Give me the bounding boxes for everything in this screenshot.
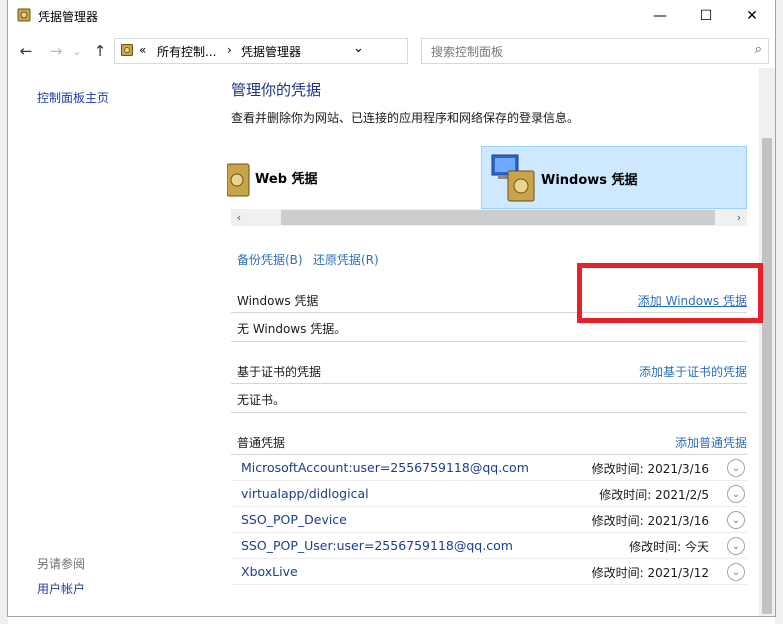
control-panel-icon — [121, 44, 133, 56]
expand-button[interactable]: ⌄ — [727, 511, 745, 529]
desktop-background-right — [775, 0, 783, 624]
search-icon[interactable]: ⌕ — [755, 42, 762, 57]
forward-button[interactable]: → — [46, 41, 66, 61]
chevron-down-icon: ⌄ — [72, 44, 82, 58]
title-bar: 凭据管理器 — ☐ ✕ — [8, 0, 775, 31]
search-input[interactable]: 搜索控制面板 — [431, 43, 503, 60]
credential-name[interactable]: virtualapp/didlogical — [241, 486, 369, 501]
tab-web-label: Web 凭据 — [255, 172, 318, 187]
table-row[interactable]: XboxLive 修改时间: 2021/3/12 ⌄ — [231, 559, 747, 585]
recent-locations-button[interactable]: ⌄ — [70, 41, 84, 61]
modified-label: 修改时间: — [591, 566, 644, 580]
windows-credentials-section-title: Windows 凭据 — [237, 294, 319, 308]
modified-date: 2021/3/12 — [647, 566, 709, 580]
address-dropdown-icon[interactable]: ⌄ — [353, 41, 364, 56]
add-certificate-credential-link[interactable]: 添加基于证书的凭据 — [639, 363, 747, 380]
credential-type-tabs: Web 凭据 Windows 凭据 — [227, 146, 747, 209]
minimize-button[interactable]: — — [637, 0, 683, 31]
up-button[interactable]: ↑ — [90, 41, 110, 61]
modified-label: 修改时间: — [599, 488, 652, 502]
restore-credentials-link[interactable]: 还原凭据(R) — [313, 251, 379, 268]
address-crumb-credential-manager[interactable]: 凭据管理器 — [241, 43, 301, 60]
chevron-down-icon: ⌄ — [731, 462, 741, 474]
web-vault-icon — [227, 163, 250, 197]
modified-label: 修改时间: — [591, 514, 644, 528]
modified-label: 修改时间: — [629, 540, 682, 554]
certificate-credentials-empty-text: 无证书。 — [237, 393, 286, 407]
chevron-right-icon: › — [736, 211, 742, 224]
table-row[interactable]: SSO_POP_Device 修改时间: 2021/3/16 ⌄ — [231, 507, 747, 533]
modified-date: 2021/3/16 — [647, 462, 709, 476]
row-divider — [231, 584, 747, 585]
modified-date: 今天 — [684, 540, 709, 554]
address-overflow-icon[interactable]: « — [139, 43, 146, 57]
modified-label: 修改时间: — [591, 462, 644, 476]
table-row[interactable]: MicrosoftAccount:user=2556759118@qq.com … — [231, 455, 747, 481]
windows-credentials-empty-text: 无 Windows 凭据。 — [237, 322, 347, 336]
page-title: 管理你的凭据 — [231, 81, 322, 99]
windows-vault-icon — [491, 154, 535, 202]
table-row[interactable]: SSO_POP_User:user=2556759118@qq.com 修改时间… — [231, 533, 747, 559]
chevron-down-icon: ⌄ — [731, 514, 741, 526]
close-icon: ✕ — [746, 7, 758, 24]
expand-button[interactable]: ⌄ — [727, 537, 745, 555]
table-row[interactable]: virtualapp/didlogical 修改时间: 2021/2/5 ⌄ — [231, 481, 747, 507]
vertical-scrollbar[interactable] — [759, 68, 775, 616]
tab-web-credentials[interactable]: Web 凭据 — [227, 146, 351, 209]
modified-date: 2021/2/5 — [655, 488, 709, 502]
tabs-horizontal-scrollbar[interactable]: ‹ › — [231, 209, 747, 226]
address-separator-icon[interactable]: › — [227, 43, 232, 57]
chevron-down-icon: ⌄ — [731, 488, 741, 500]
credential-name[interactable]: XboxLive — [241, 564, 298, 579]
up-arrow-icon: ↑ — [93, 42, 107, 60]
backup-credentials-link[interactable]: 备份凭据(B) — [237, 251, 303, 268]
user-accounts-link[interactable]: 用户帐户 — [37, 580, 85, 597]
add-generic-credential-link[interactable]: 添加普通凭据 — [675, 434, 747, 451]
window-title: 凭据管理器 — [38, 10, 99, 24]
credential-name[interactable]: SSO_POP_User:user=2556759118@qq.com — [241, 538, 513, 553]
back-button[interactable]: ← — [16, 41, 36, 61]
vertical-scroll-thumb[interactable] — [762, 138, 772, 614]
credential-name[interactable]: MicrosoftAccount:user=2556759118@qq.com — [241, 460, 529, 475]
back-arrow-icon: ← — [19, 42, 33, 60]
certificate-credentials-section-title: 基于证书的凭据 — [237, 365, 322, 379]
navigation-bar: ← → ⌄ ↑ « 所有控制... › 凭据管理器 ⌄ ↻ 搜索控制面板 ⌕ — [8, 33, 775, 67]
highlight-annotation-box — [577, 263, 763, 323]
tab-windows-label: Windows 凭据 — [541, 173, 638, 188]
horizontal-scroll-thumb[interactable] — [281, 210, 715, 225]
section-divider — [231, 383, 747, 384]
expand-button[interactable]: ⌄ — [727, 485, 745, 503]
section-divider — [231, 341, 747, 342]
page-description: 查看并删除你为网站、已连接的应用程序和网络保存的登录信息。 — [231, 111, 580, 125]
modified-date: 2021/3/16 — [647, 514, 709, 528]
scroll-left-button[interactable]: ‹ — [231, 209, 247, 226]
credential-manager-window: 凭据管理器 — ☐ ✕ ← → ⌄ ↑ « 所有控制... › 凭据管理器 ⌄ … — [8, 0, 775, 616]
tab-windows-credentials[interactable]: Windows 凭据 — [481, 146, 747, 209]
maximize-icon: ☐ — [699, 7, 713, 24]
chevron-down-icon: ⌄ — [731, 540, 741, 552]
desktop-background-left — [0, 0, 8, 624]
see-also-label: 另请参阅 — [37, 557, 86, 571]
expand-button[interactable]: ⌄ — [727, 459, 745, 477]
close-button[interactable]: ✕ — [729, 0, 775, 31]
maximize-button[interactable]: ☐ — [683, 0, 729, 31]
search-box[interactable]: 搜索控制面板 ⌕ — [421, 38, 769, 64]
credential-vault-icon — [17, 8, 31, 22]
generic-credentials-section-title: 普通凭据 — [237, 436, 286, 450]
minimize-icon: — — [653, 7, 667, 24]
chevron-left-icon: ‹ — [236, 211, 242, 224]
expand-button[interactable]: ⌄ — [727, 563, 745, 581]
chevron-down-icon: ⌄ — [731, 566, 741, 578]
control-panel-home-link[interactable]: 控制面板主页 — [37, 89, 109, 106]
address-crumb-control-panel[interactable]: 所有控制... — [157, 43, 216, 60]
address-bar[interactable]: « 所有控制... › 凭据管理器 ⌄ ↻ — [114, 38, 501, 64]
scroll-right-button[interactable]: › — [731, 209, 747, 226]
section-divider — [231, 412, 747, 413]
forward-arrow-icon: → — [49, 42, 63, 60]
credential-name[interactable]: SSO_POP_Device — [241, 512, 347, 527]
